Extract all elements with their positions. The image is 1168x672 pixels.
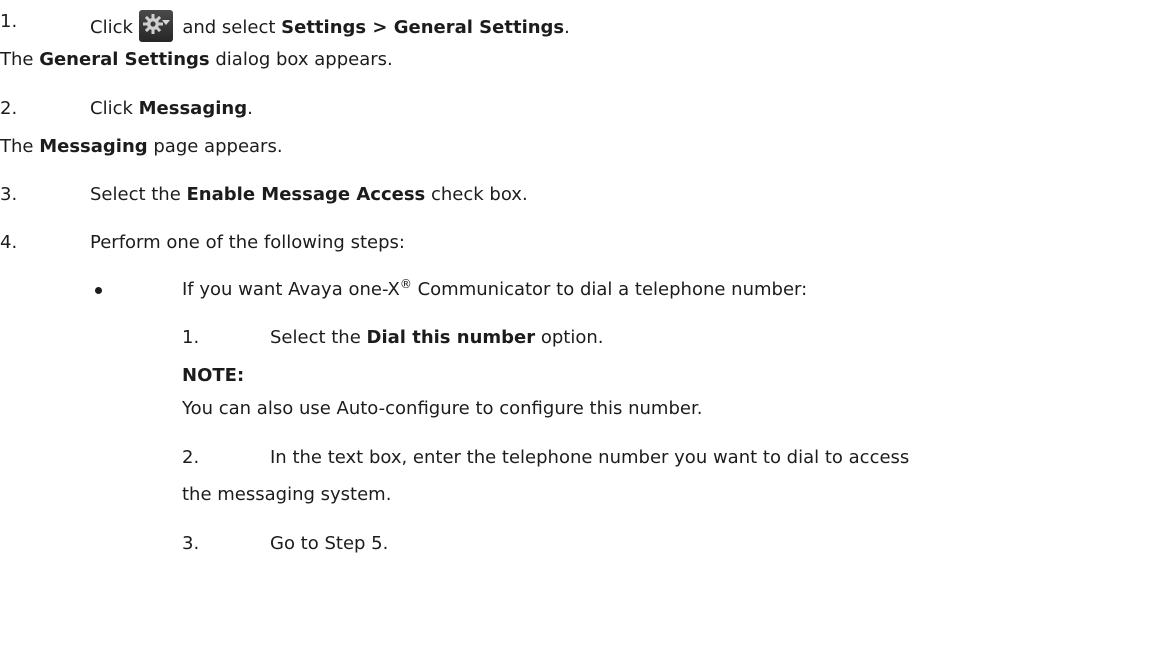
result-1-pre: The (0, 49, 40, 70)
substep-1-pre: Select the (270, 327, 367, 348)
step-2-post: . (247, 98, 253, 119)
note-label: NOTE: (182, 365, 245, 386)
result-2: The Messaging page appears. (0, 135, 283, 159)
step-number: 1. (0, 11, 18, 32)
registered-mark: ® (399, 277, 412, 291)
step-2-text: Click Messaging. (90, 97, 253, 121)
step-number: 3. (0, 184, 18, 205)
substep-1-bold: Dial this number (366, 327, 536, 348)
bullet-icon (95, 287, 102, 294)
substep-2-text: In the text box, enter the telephone num… (270, 447, 910, 468)
step-4-text: Perform one of the following steps: (90, 232, 405, 253)
result-2-post: page appears. (147, 136, 283, 157)
settings-gear-icon[interactable] (138, 10, 173, 42)
step-3-text: Select the Enable Message Access check b… (90, 183, 528, 207)
step-1-post: . (564, 17, 570, 38)
step-1-bold: Settings > General Settings (281, 17, 565, 38)
step-3-bold: Enable Message Access (186, 184, 426, 205)
step-number: 2. (0, 98, 18, 119)
substep-3-text: Go to Step 5. (270, 533, 389, 554)
substep-1-text: Select the Dial this number option. (270, 326, 604, 350)
step-1-pre: Click (90, 17, 139, 38)
step-number: 4. (0, 232, 18, 253)
step-1-text: Click and select Settings > General Sett… (90, 10, 570, 42)
step-3-pre: Select the (90, 184, 187, 205)
result-2-pre: The (0, 136, 40, 157)
bullet-text: If you want Avaya one-X® Communicator to… (182, 278, 807, 302)
chevron-down-icon (161, 20, 170, 25)
result-1: The General Settings dialog box appears. (0, 48, 393, 72)
step-2-pre: Click (90, 98, 139, 119)
result-2-bold: Messaging (39, 136, 148, 157)
note-text: You can also use Auto-configure to confi… (182, 398, 703, 419)
substep-number: 2. (182, 447, 200, 468)
substep-number: 3. (182, 533, 200, 554)
bullet-pre: If you want Avaya one-X (182, 279, 400, 300)
substep-1-post: option. (535, 327, 604, 348)
step-3-post: check box. (425, 184, 528, 205)
result-1-bold: General Settings (39, 49, 210, 70)
bullet-post: Communicator to dial a telephone number: (411, 279, 808, 300)
substep-number: 1. (182, 327, 200, 348)
gear-icon (142, 14, 163, 34)
step-1-mid: and select (176, 17, 282, 38)
substep-2-cont: the messaging system. (182, 484, 392, 505)
step-2-bold: Messaging (138, 98, 248, 119)
result-1-post: dialog box appears. (209, 49, 393, 70)
